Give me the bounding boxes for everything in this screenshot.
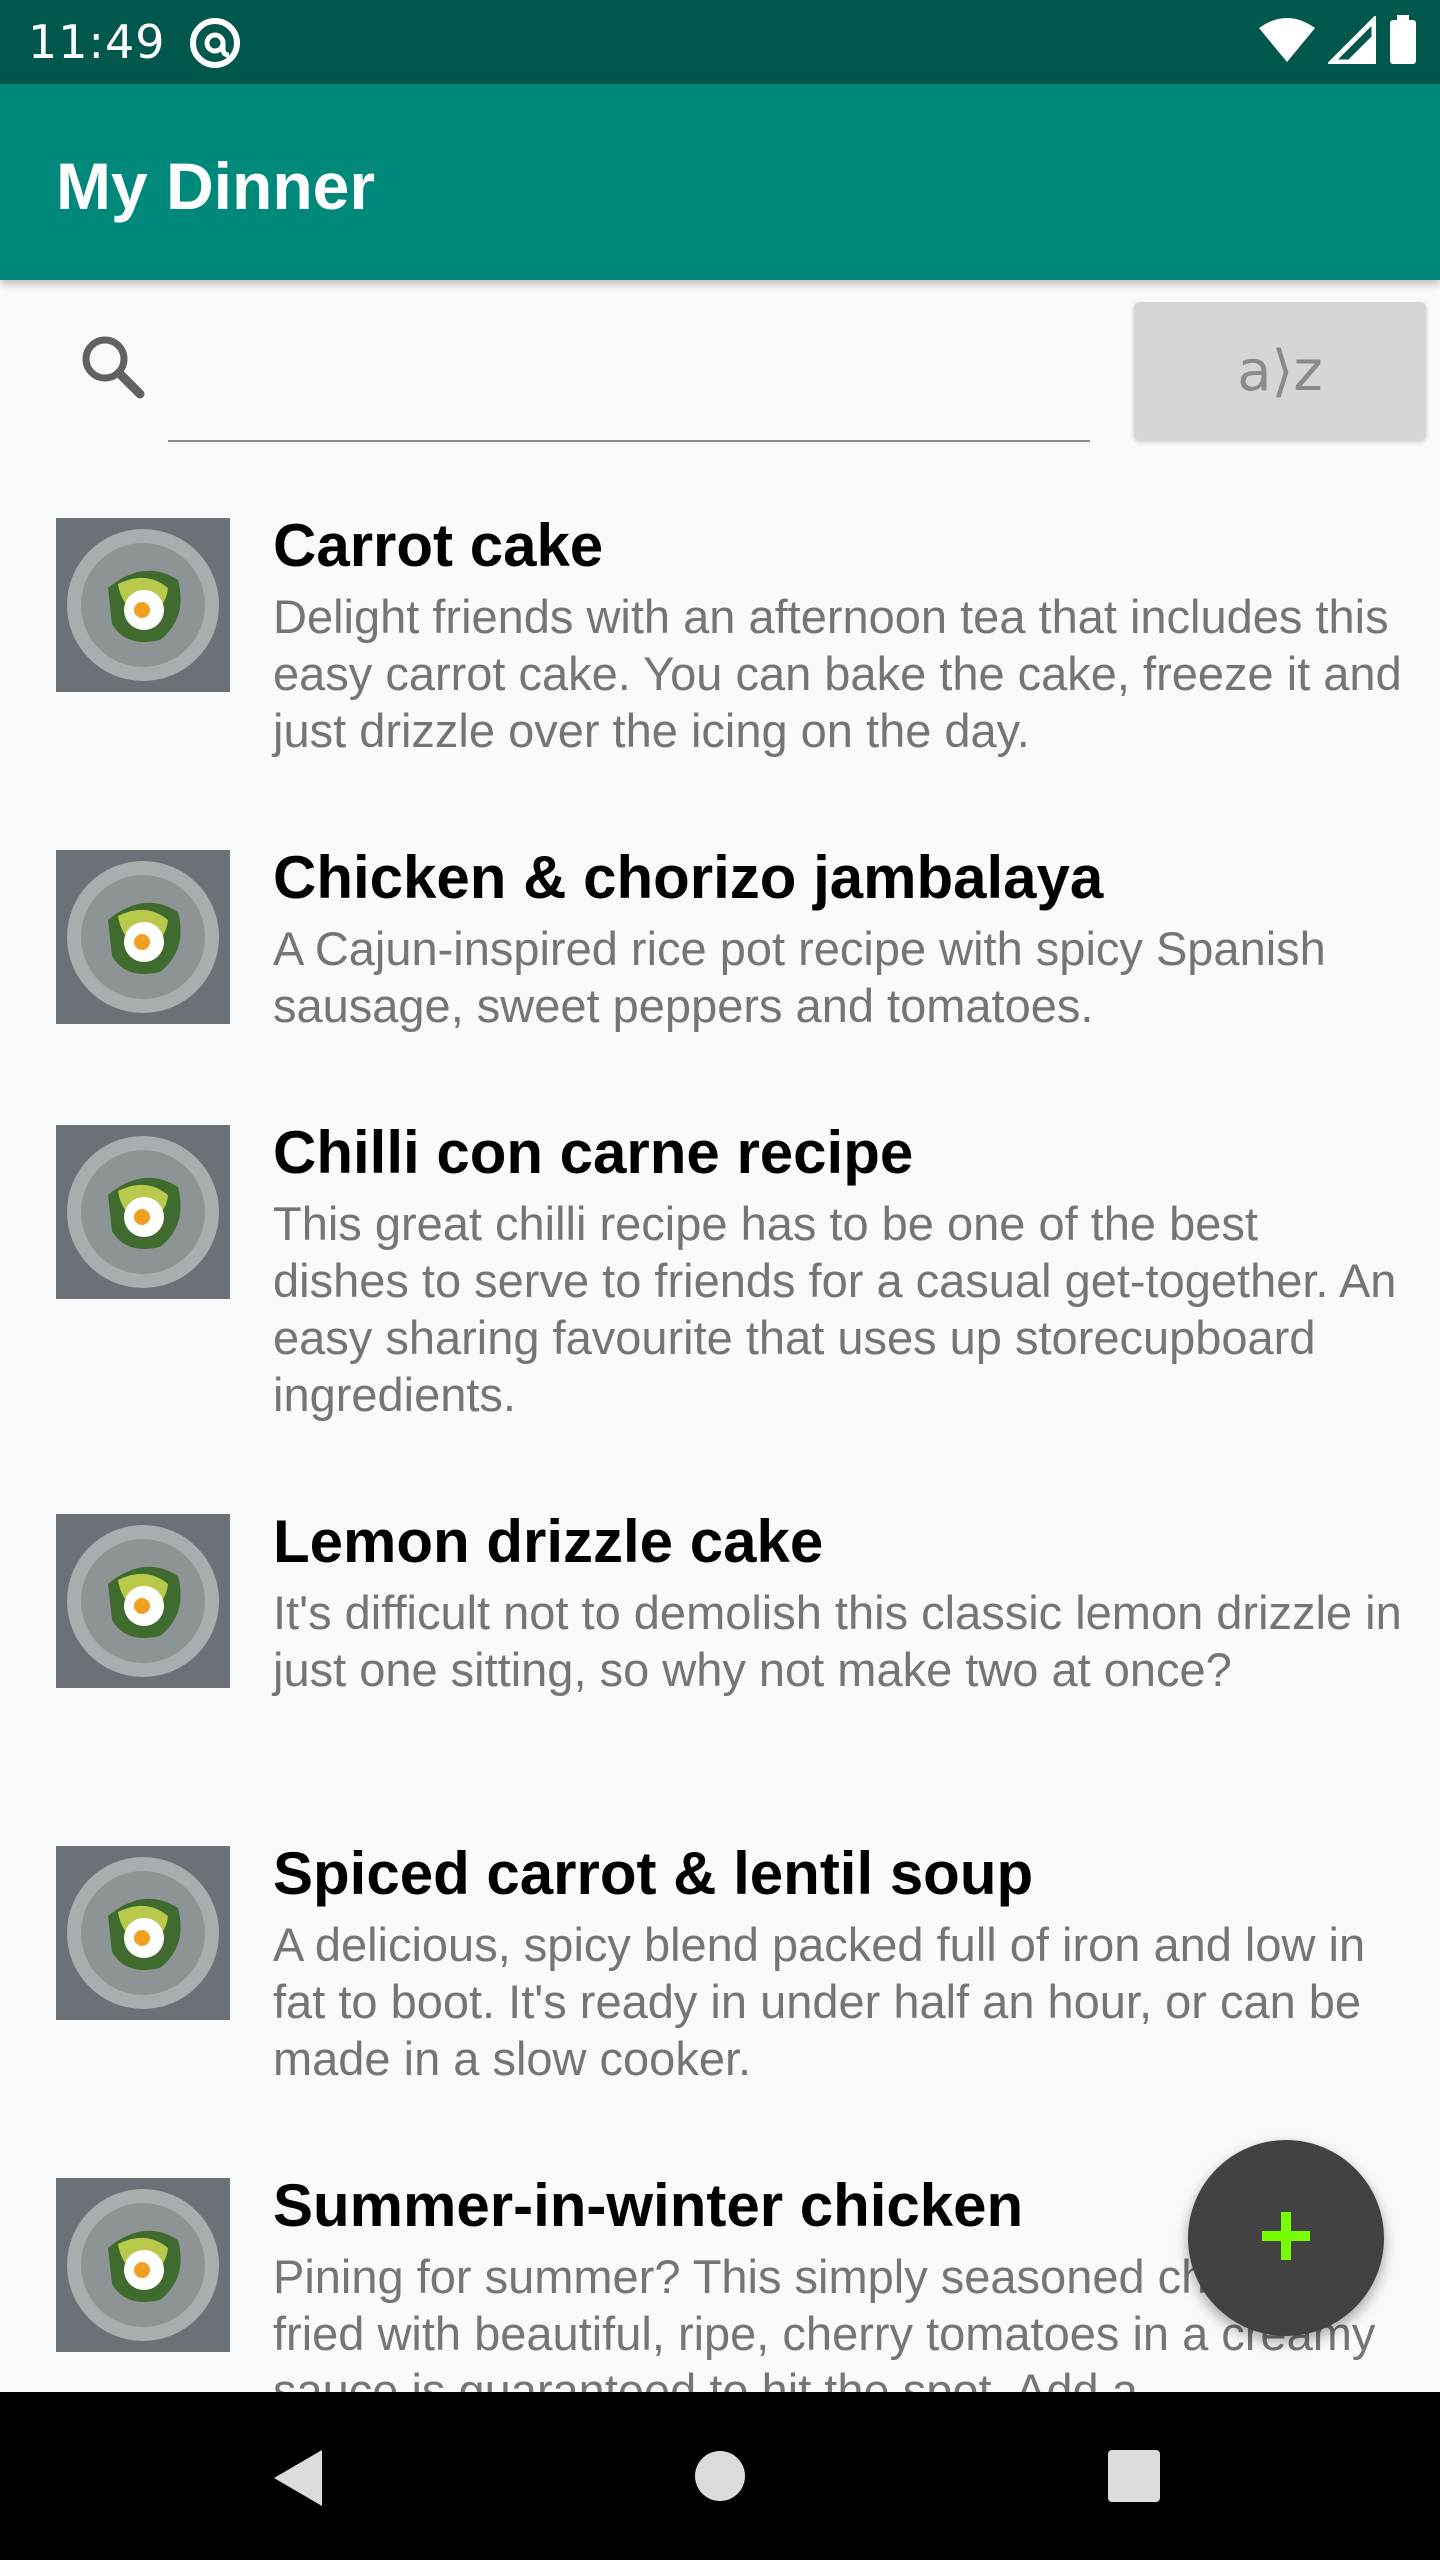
recipe-thumbnail: [56, 518, 230, 692]
recipe-description: A delicious, spicy blend packed full of …: [273, 1918, 1366, 2085]
recipe-thumbnail: [56, 850, 230, 1024]
status-time: 11:49: [28, 15, 166, 69]
recipe-description: Delight friends with an afternoon tea th…: [273, 590, 1402, 757]
notification-at-icon: [188, 16, 242, 70]
plus-icon: [1258, 2208, 1314, 2269]
list-item[interactable]: Spiced carrot & lentil soup A delicious,…: [0, 1768, 1440, 2098]
recipe-title: Spiced carrot & lentil soup: [273, 1840, 1034, 1907]
recipe-thumbnail: [56, 2178, 230, 2352]
wifi-icon: [1258, 16, 1316, 69]
list-item[interactable]: Lemon drizzle cake It's difficult not to…: [0, 1436, 1440, 1766]
status-bar: 11:49: [0, 0, 1440, 84]
recipe-title: Chicken & chorizo jambalaya: [273, 844, 1104, 911]
recipe-title: Lemon drizzle cake: [273, 1508, 824, 1575]
search-input[interactable]: [168, 330, 1090, 442]
recipe-title: Carrot cake: [273, 512, 604, 579]
back-icon[interactable]: [270, 2446, 326, 2515]
add-recipe-button[interactable]: [1188, 2140, 1384, 2336]
recipe-description: A Cajun-inspired rice pot recipe with sp…: [273, 922, 1326, 1032]
signal-icon: [1325, 13, 1377, 69]
recipe-list[interactable]: Carrot cake Delight friends with an afte…: [0, 440, 1440, 2392]
recipe-thumbnail: [56, 1125, 230, 1299]
search-icon: [74, 328, 152, 406]
recipe-description: It's difficult not to demolish this clas…: [273, 1586, 1402, 1696]
home-icon[interactable]: [694, 2450, 746, 2507]
battery-icon: [1388, 14, 1418, 70]
recents-icon[interactable]: [1108, 2450, 1160, 2507]
recipe-description: This great chilli recipe has to be one o…: [273, 1197, 1397, 1421]
app-title: My Dinner: [56, 149, 376, 223]
recipe-title: Chilli con carne recipe: [273, 1119, 914, 1186]
app-bar: My Dinner: [0, 84, 1440, 280]
recipe-thumbnail: [56, 1514, 230, 1688]
system-nav-bar: [0, 2392, 1440, 2560]
list-item[interactable]: Carrot cake Delight friends with an afte…: [0, 440, 1440, 770]
recipe-thumbnail: [56, 1846, 230, 2020]
sort-az-label: a⟩z: [1237, 338, 1323, 404]
list-item[interactable]: Chilli con carne recipe This great chill…: [0, 1047, 1440, 1435]
status-icons: [1258, 13, 1418, 70]
list-item[interactable]: Chicken & chorizo jambalaya A Cajun-insp…: [0, 772, 1440, 1046]
sort-az-button[interactable]: a⟩z: [1134, 302, 1426, 440]
